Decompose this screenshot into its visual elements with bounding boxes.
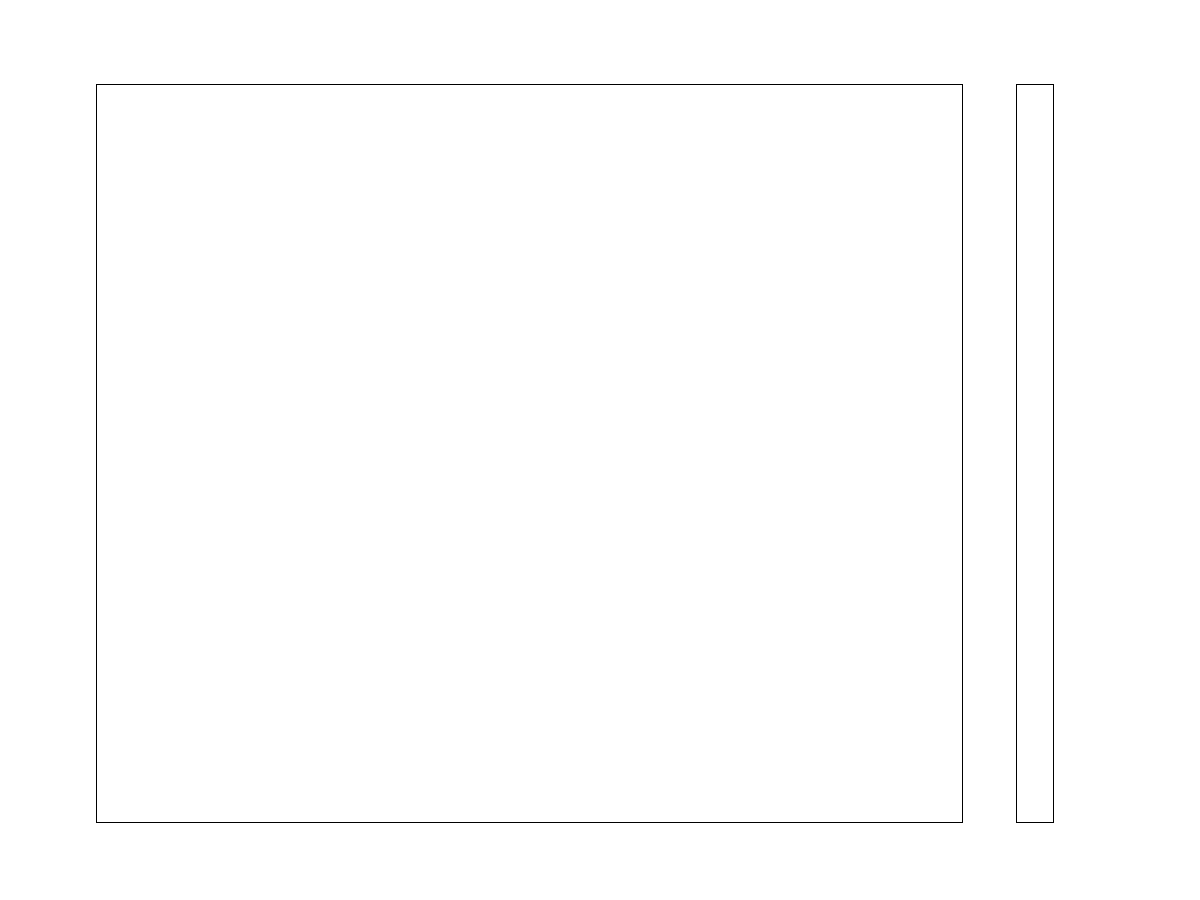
colorbar-gradient (1017, 85, 1053, 822)
figure (0, 0, 1200, 900)
colorbar (1016, 84, 1054, 823)
plot-area (96, 84, 963, 823)
heatmap-canvas (97, 85, 962, 822)
